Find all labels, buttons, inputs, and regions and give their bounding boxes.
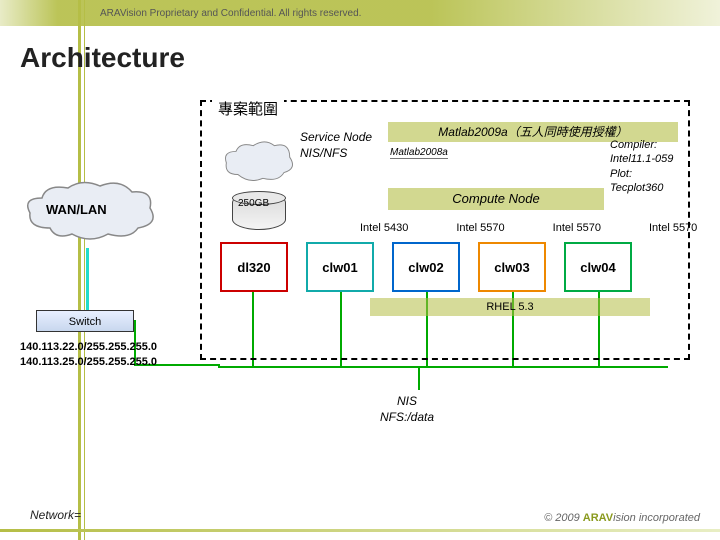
- node-clw01: clw01: [306, 242, 374, 292]
- node-clw04: clw04: [564, 242, 632, 292]
- cpu-4: Intel 5570: [649, 222, 697, 234]
- rhel-bar: RHEL 5.3: [370, 298, 650, 316]
- cpu-2: Intel 5570: [456, 222, 504, 234]
- bus-nis: [418, 366, 420, 390]
- footer-network: Network=: [30, 508, 81, 522]
- service-cloud: [220, 138, 298, 186]
- net-b: 140.113.25.0/255.255.255.0: [20, 355, 157, 370]
- node-clw02: clw02: [392, 242, 460, 292]
- compute-node-bar: Compute Node: [388, 188, 604, 210]
- header-bar: ARAVision Proprietary and Confidential. …: [0, 0, 720, 26]
- page-title: Architecture: [20, 42, 185, 74]
- confidential-text: ARAVision Proprietary and Confidential. …: [100, 8, 361, 19]
- project-scope-label: 專案範圍: [212, 98, 284, 119]
- wan-label: WAN/LAN: [46, 202, 107, 217]
- node-dl320: dl320: [220, 242, 288, 292]
- cpu-labels: Intel 5430 Intel 5570 Intel 5570 Intel 5…: [360, 222, 697, 234]
- architecture-diagram: WAN/LAN Switch 140.113.22.0/255.255.255.…: [20, 100, 700, 480]
- cpu-3: Intel 5570: [553, 222, 601, 234]
- network-switch: Switch: [36, 310, 134, 332]
- footer-copyright: © 2009 ARAVision incorporated: [544, 512, 700, 524]
- node-clw03: clw03: [478, 242, 546, 292]
- cpu-1: Intel 5430: [360, 222, 408, 234]
- link-wan-switch: [86, 248, 89, 310]
- node-row: dl320 clw01 clw02 clw03 clw04: [220, 242, 632, 292]
- footer-accent: [0, 529, 720, 532]
- network-addresses: 140.113.22.0/255.255.255.0 140.113.25.0/…: [20, 340, 157, 371]
- nis-nfs-label: NIS NFS:/data: [380, 394, 434, 425]
- service-node-label: Service Node NIS/NFS: [300, 130, 372, 161]
- matlab2008-label: Matlab2008a: [390, 147, 448, 159]
- compiler-info: Compiler: Intel11.1-059 Plot: Tecplot360: [610, 138, 673, 195]
- storage-label: 250GB: [238, 198, 269, 209]
- net-a: 140.113.22.0/255.255.255.0: [20, 340, 157, 355]
- bus-main: [218, 366, 668, 368]
